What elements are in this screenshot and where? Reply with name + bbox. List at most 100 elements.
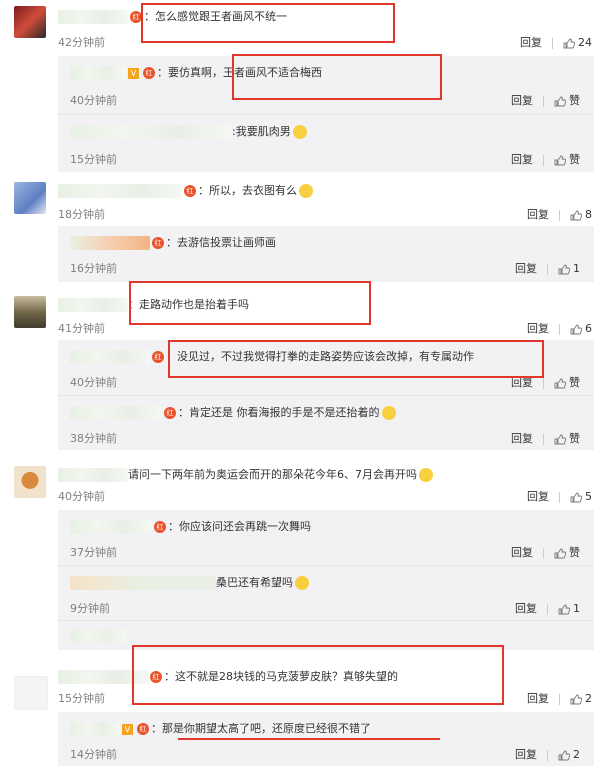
reply-text: 红：肯定还是 你看海报的手是不是还抬着的 (70, 404, 396, 420)
blurred-username[interactable] (70, 125, 232, 139)
comment-text: 请问一下两年前为奥运会而开的那朵花今年6、7月会再开吗 (58, 466, 433, 482)
thumbs-up-icon[interactable] (554, 96, 566, 107)
divider (559, 323, 560, 335)
thumbs-up-icon[interactable] (563, 38, 575, 49)
reply-item: 红：你应该问还会再跳一次舞吗 37分钟前 回复 赞 (58, 510, 594, 566)
blurred-username[interactable] (70, 406, 162, 420)
blurred-username[interactable] (70, 722, 120, 736)
divider (547, 603, 548, 615)
reply-text: 红：去游信投票让画师画 (70, 234, 276, 250)
like-count: 8 (585, 208, 592, 221)
thumbs-up-icon[interactable] (570, 210, 582, 221)
reply-item: 红：没见过，不过我觉得打拳的走路姿势应该会改掉，有专属动作 40分钟前 回复 赞 (58, 340, 594, 396)
divider (543, 154, 544, 166)
blurred-username[interactable] (70, 66, 126, 80)
reply-actions: 回复 赞 (511, 92, 580, 108)
blurred-username[interactable] (58, 10, 128, 24)
comment-item: 红：怎么感觉跟王者画风不统一 42分钟前 回复 24 (0, 0, 606, 56)
divider (547, 263, 548, 275)
avatar[interactable] (14, 466, 46, 498)
thumbs-up-icon[interactable] (570, 492, 582, 503)
reply-item: 红：肯定还是 你看海报的手是不是还抬着的 38分钟前 回复 赞 (58, 396, 594, 450)
like-count: 赞 (569, 153, 580, 166)
reply-list: 红：去游信投票让画师画 16分钟前 回复 1 (58, 226, 594, 282)
reply-button[interactable]: 回复 (527, 490, 549, 503)
reply-actions: 回复 2 (515, 746, 580, 762)
blurred-username[interactable] (70, 236, 150, 250)
thumbs-up-icon[interactable] (558, 750, 570, 761)
divider (547, 749, 548, 761)
reply-button[interactable]: 回复 (511, 376, 533, 389)
reply-button[interactable]: 回复 (520, 36, 542, 49)
like-count: 2 (585, 692, 592, 705)
thumbs-up-icon[interactable] (554, 434, 566, 445)
thumbs-up-icon[interactable] (570, 324, 582, 335)
reply-item: 红：去游信投票让画师画 16分钟前 回复 1 (58, 226, 594, 282)
reply-button[interactable]: 回复 (527, 208, 549, 221)
thumbs-up-icon[interactable] (554, 155, 566, 166)
divider (543, 433, 544, 445)
verified-badge-icon: V (128, 67, 139, 79)
comment-actions: 回复 8 (527, 206, 592, 222)
emoji-icon (295, 576, 309, 590)
avatar[interactable] (14, 296, 46, 328)
like-count: 赞 (569, 94, 580, 107)
comment-text: 红：这不就是28块钱的马克菠萝皮肤？真够失望的 (58, 668, 398, 684)
like-count: 1 (573, 262, 580, 275)
avatar[interactable] (14, 6, 46, 38)
thumbs-up-icon[interactable] (570, 694, 582, 705)
like-count: 6 (585, 322, 592, 335)
reply-button[interactable]: 回复 (511, 546, 533, 559)
reply-list: 红：你应该问还会再跳一次舞吗 37分钟前 回复 赞 桑巴还有希望吗 9分钟前 回复… (58, 510, 594, 650)
divider (559, 209, 560, 221)
blurred-username[interactable] (70, 576, 216, 590)
divider (543, 95, 544, 107)
blurred-username[interactable] (70, 350, 150, 364)
like-count: 赞 (569, 546, 580, 559)
reply-button[interactable]: 回复 (515, 262, 537, 275)
thumbs-up-icon[interactable] (558, 604, 570, 615)
reply-button[interactable]: 回复 (527, 692, 549, 705)
reply-button[interactable]: 回复 (527, 322, 549, 335)
blurred-username[interactable] (58, 184, 182, 198)
thumbs-up-icon[interactable] (554, 548, 566, 559)
reply-button[interactable]: 回复 (511, 94, 533, 107)
reply-text: :我要肌肉男 (70, 123, 307, 139)
avatar[interactable] (14, 676, 48, 710)
divider (552, 37, 553, 49)
thumbs-up-icon[interactable] (554, 378, 566, 389)
comment-text: 红：怎么感觉跟王者画风不统一 (58, 8, 287, 24)
reply-button[interactable]: 回复 (515, 748, 537, 761)
level-badge-icon: 红 (154, 521, 166, 533)
reply-time: 40分钟前 (70, 376, 117, 389)
avatar[interactable] (14, 182, 46, 214)
reply-button[interactable]: 回复 (511, 432, 533, 445)
reply-text: V 红：要仿真啊，王者画风不适合梅西 (70, 64, 322, 80)
reply-time: 9分钟前 (70, 602, 110, 615)
reply-text (70, 629, 126, 643)
comment-text: ：走路动作也是抬着手吗 (58, 296, 249, 312)
comment-actions: 回复 2 (527, 690, 592, 706)
level-badge-icon: 红 (130, 11, 142, 23)
divider (543, 547, 544, 559)
thumbs-up-icon[interactable] (558, 264, 570, 275)
like-count: 1 (573, 602, 580, 615)
blurred-username[interactable] (70, 629, 126, 643)
reply-item: V 红：要仿真啊，王者画风不适合梅西 40分钟前 回复 赞 (58, 56, 594, 115)
reply-item: :我要肌肉男 15分钟前 回复 赞 (58, 115, 594, 172)
reply-list: 红：没见过，不过我觉得打拳的走路姿势应该会改掉，有专属动作 40分钟前 回复赞 … (58, 340, 594, 450)
blurred-username[interactable] (70, 520, 152, 534)
like-count: 2 (573, 748, 580, 761)
blurred-username[interactable] (58, 670, 148, 684)
blurred-username[interactable] (58, 298, 128, 312)
reply-time: 38分钟前 (70, 432, 117, 445)
blurred-username[interactable] (58, 468, 128, 482)
reply-button[interactable]: 回复 (511, 153, 533, 166)
reply-item-collapsed (58, 621, 594, 651)
emoji-icon (299, 184, 313, 198)
reply-time: 37分钟前 (70, 546, 117, 559)
comment-time: 40分钟前 (58, 490, 105, 503)
reply-actions: 回复 赞 (511, 151, 580, 167)
reply-button[interactable]: 回复 (515, 602, 537, 615)
level-badge-icon: 红 (152, 237, 164, 249)
